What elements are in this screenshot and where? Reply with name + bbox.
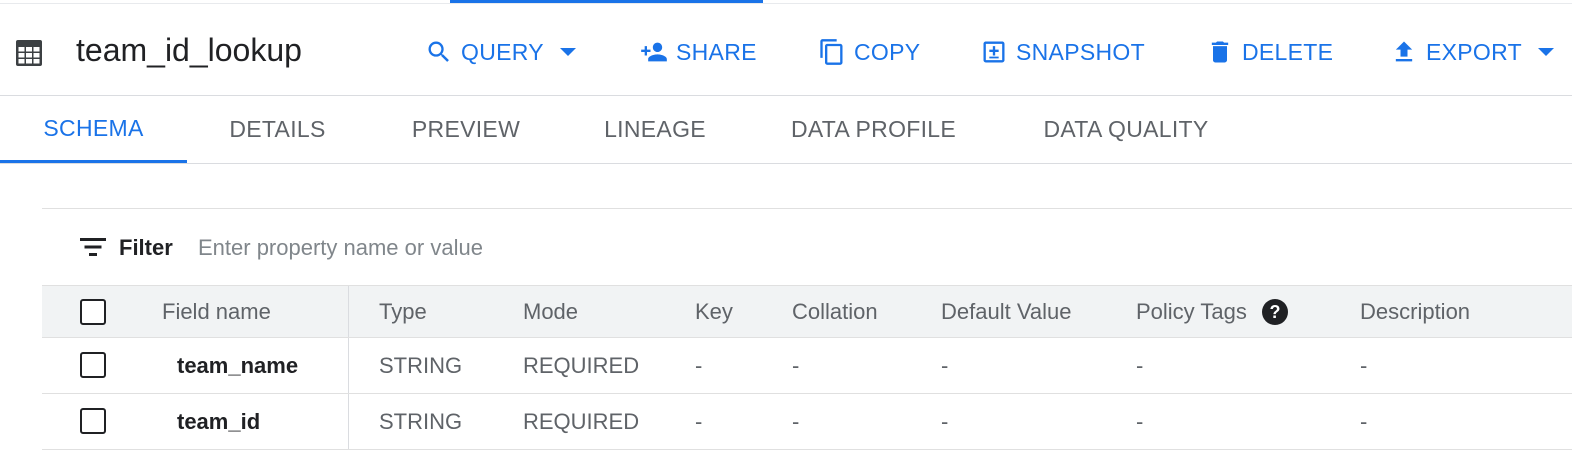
- query-button[interactable]: QUERY: [425, 32, 576, 72]
- filter-label: Filter: [119, 235, 173, 260]
- collation-cell: -: [792, 408, 800, 434]
- tab-bar: SCHEMA DETAILS PREVIEW LINEAGE DATA PROF…: [0, 96, 1572, 164]
- select-all-checkbox[interactable]: [80, 299, 106, 325]
- filter-divider: [42, 208, 1572, 209]
- description-cell: -: [1360, 408, 1368, 434]
- row-checkbox[interactable]: [80, 408, 106, 434]
- delete-button[interactable]: DELETE: [1206, 32, 1333, 72]
- default-value-cell: -: [941, 352, 949, 378]
- table-header-bar: team_id_lookup QUERY SHARE COPY SNAPSHOT…: [0, 4, 1572, 96]
- table-row: team_name STRING REQUIRED - - - - -: [42, 338, 1572, 394]
- tab-preview[interactable]: PREVIEW: [368, 96, 564, 163]
- export-label: EXPORT: [1426, 38, 1522, 65]
- column-header-key[interactable]: Key: [695, 286, 733, 337]
- table-grid-icon: [16, 40, 42, 66]
- key-cell: -: [695, 352, 703, 378]
- default-value-cell: -: [941, 408, 949, 434]
- snapshot-label: SNAPSHOT: [1016, 38, 1145, 65]
- chevron-down-icon: [1537, 48, 1554, 56]
- mode-cell: REQUIRED: [523, 352, 640, 378]
- type-cell: STRING: [379, 408, 463, 434]
- tab-lineage[interactable]: LINEAGE: [564, 96, 746, 163]
- column-divider: [348, 394, 349, 449]
- filter-lines-icon[interactable]: [80, 237, 106, 257]
- column-header-collation[interactable]: Collation: [792, 286, 878, 337]
- search-icon: [428, 41, 449, 62]
- field-name-cell: team_id: [177, 408, 261, 434]
- person-add-icon: [641, 42, 667, 62]
- field-name-cell: team_name: [177, 352, 299, 378]
- snapshot-icon: [983, 41, 1005, 63]
- tab-schema[interactable]: SCHEMA: [0, 96, 187, 163]
- svg-text:?: ?: [1269, 302, 1280, 322]
- key-cell: -: [695, 408, 703, 434]
- policy-tags-cell: -: [1136, 352, 1144, 378]
- page-title: team_id_lookup: [76, 32, 302, 68]
- help-circle-icon[interactable]: ?: [1261, 298, 1289, 326]
- policy-tags-label: Policy Tags: [1136, 298, 1247, 324]
- type-cell: STRING: [379, 352, 463, 378]
- export-button[interactable]: EXPORT: [1390, 32, 1554, 72]
- tab-data-quality[interactable]: DATA QUALITY: [1001, 96, 1251, 163]
- row-checkbox[interactable]: [80, 352, 106, 378]
- query-label: QUERY: [461, 38, 544, 65]
- table-row: team_id STRING REQUIRED - - - - -: [42, 394, 1572, 450]
- column-header-mode[interactable]: Mode: [523, 286, 578, 337]
- delete-label: DELETE: [1242, 38, 1334, 65]
- tab-details[interactable]: DETAILS: [187, 96, 368, 163]
- snapshot-button[interactable]: SNAPSHOT: [980, 32, 1145, 72]
- trash-icon: [1211, 41, 1229, 63]
- column-header-type[interactable]: Type: [379, 286, 427, 337]
- description-cell: -: [1360, 352, 1368, 378]
- filter-input[interactable]: [198, 230, 898, 266]
- column-divider: [348, 286, 349, 337]
- schema-table-header: Field name Type Mode Key Collation Defau…: [42, 285, 1572, 338]
- collation-cell: -: [792, 352, 800, 378]
- column-divider: [348, 338, 349, 393]
- chevron-down-icon: [559, 48, 576, 56]
- mode-cell: REQUIRED: [523, 408, 640, 434]
- share-label: SHARE: [676, 38, 757, 65]
- tab-data-profile[interactable]: DATA PROFILE: [746, 96, 1001, 163]
- column-header-description[interactable]: Description: [1360, 286, 1470, 337]
- copy-icon: [820, 39, 843, 65]
- column-header-field-name[interactable]: Field name: [162, 286, 271, 337]
- copy-label: COPY: [854, 38, 921, 65]
- upload-icon: [1395, 41, 1413, 62]
- column-header-policy-tags[interactable]: Policy Tags ?: [1136, 286, 1289, 337]
- column-header-default-value[interactable]: Default Value: [941, 286, 1071, 337]
- policy-tags-cell: -: [1136, 408, 1144, 434]
- copy-button[interactable]: COPY: [818, 32, 920, 72]
- share-button[interactable]: SHARE: [638, 32, 757, 72]
